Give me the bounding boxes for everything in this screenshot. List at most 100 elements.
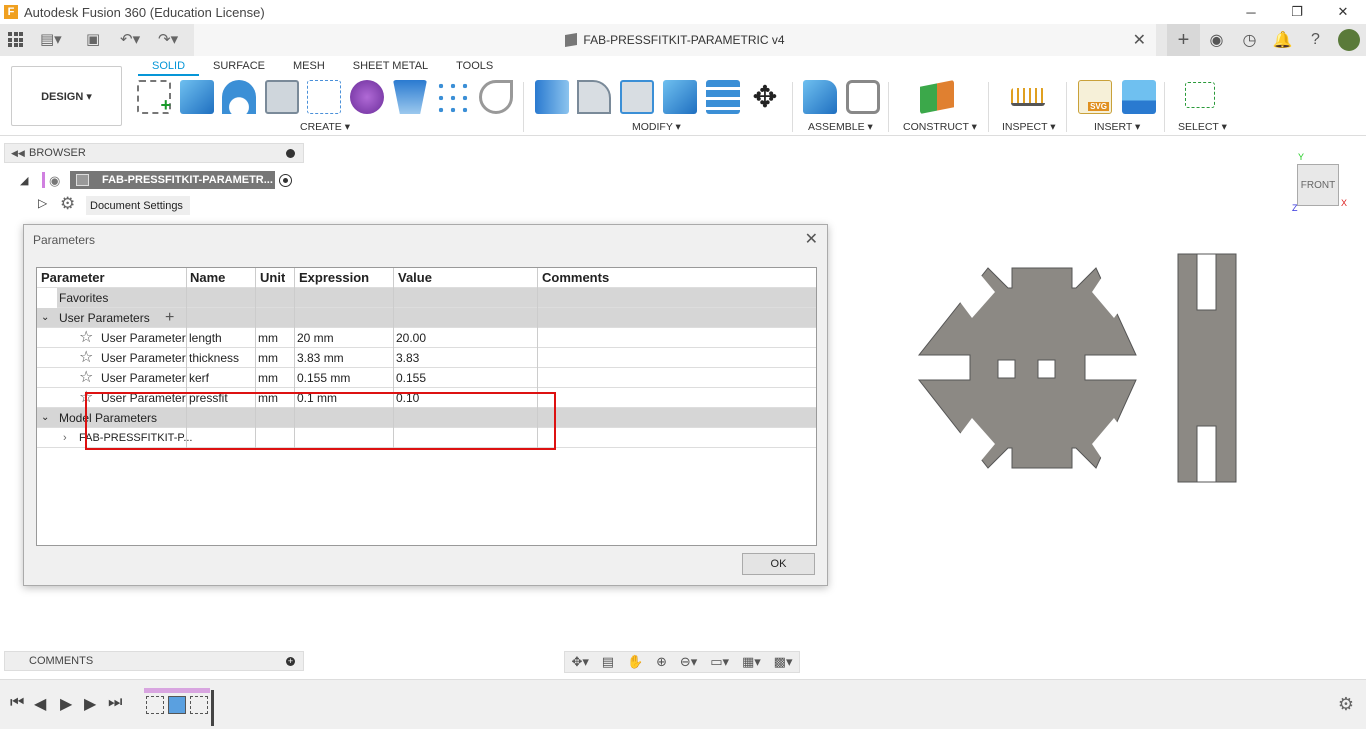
- param-unit[interactable]: mm: [258, 348, 278, 368]
- select-window-icon[interactable]: [1185, 82, 1215, 108]
- notifications-icon[interactable]: 🔔: [1266, 24, 1299, 56]
- fillet-icon[interactable]: [577, 80, 611, 114]
- insert-svg-icon[interactable]: SVG: [1078, 80, 1112, 114]
- job-status-icon[interactable]: ◷: [1233, 24, 1266, 56]
- param-expression[interactable]: 3.83 mm: [297, 348, 344, 368]
- tab-tools[interactable]: TOOLS: [442, 58, 507, 76]
- new-tab-icon[interactable]: +: [1167, 24, 1200, 56]
- viewports-icon[interactable]: ▩▾: [774, 654, 793, 670]
- header-parameter[interactable]: Parameter: [41, 268, 105, 288]
- visibility-eye-icon[interactable]: ◉: [49, 173, 60, 189]
- pin-icon[interactable]: [286, 148, 295, 158]
- select-menu[interactable]: SELECT ▾: [1178, 121, 1227, 133]
- sketch-feature-icon[interactable]: [190, 696, 208, 714]
- create-form-icon[interactable]: [350, 80, 384, 114]
- expand-settings-icon[interactable]: ▷: [38, 196, 47, 210]
- tab-surface[interactable]: SURFACE: [199, 58, 279, 76]
- inspect-menu[interactable]: INSPECT ▾: [1002, 121, 1056, 133]
- insert-image-icon[interactable]: [1122, 80, 1156, 114]
- step-back-icon[interactable]: ◀: [34, 694, 46, 714]
- star-icon[interactable]: ☆: [79, 368, 93, 388]
- timeline-marker[interactable]: [211, 690, 214, 726]
- extrude-feature-icon[interactable]: [168, 696, 186, 714]
- param-name[interactable]: kerf: [189, 368, 209, 388]
- shell-icon[interactable]: [620, 80, 654, 114]
- grid-settings-icon[interactable]: ▦▾: [742, 654, 761, 670]
- tab-sheet-metal[interactable]: SHEET METAL: [339, 58, 442, 76]
- add-comment-icon[interactable]: +: [286, 656, 295, 666]
- modify-menu[interactable]: MODIFY ▾: [632, 121, 681, 133]
- new-component-icon[interactable]: [803, 80, 837, 114]
- document-settings-node[interactable]: Document Settings: [86, 196, 190, 215]
- param-expression[interactable]: 20 mm: [297, 328, 334, 348]
- table-row[interactable]: ☆ User Parameter length mm 20 mm 20.00: [37, 328, 816, 348]
- chevron-down-icon[interactable]: ⌄: [41, 308, 49, 328]
- zoom-window-icon[interactable]: ⊖▾: [680, 654, 697, 670]
- pan-icon[interactable]: ✋: [627, 654, 643, 670]
- star-icon[interactable]: ☆: [79, 328, 93, 348]
- create-sketch-icon[interactable]: +: [137, 80, 171, 115]
- help-icon[interactable]: ?: [1299, 24, 1332, 56]
- chevron-down-icon[interactable]: ⌄: [41, 408, 49, 428]
- table-row[interactable]: ☆ User Parameter thickness mm 3.83 mm 3.…: [37, 348, 816, 368]
- maximize-button[interactable]: ❐: [1274, 0, 1320, 24]
- undo-icon[interactable]: ↶▾: [120, 30, 140, 48]
- assemble-menu[interactable]: ASSEMBLE ▾: [808, 121, 873, 133]
- activate-radio-icon[interactable]: [279, 174, 292, 187]
- extensions-icon[interactable]: ◉: [1200, 24, 1233, 56]
- header-value[interactable]: Value: [398, 268, 432, 288]
- joint-icon[interactable]: [846, 80, 880, 114]
- browser-root-node[interactable]: FAB-PRESSFITKIT-PARAMETR...: [70, 171, 275, 189]
- param-expression[interactable]: 0.155 mm: [297, 368, 350, 388]
- close-window-button[interactable]: ✕: [1320, 0, 1366, 24]
- pattern-icon[interactable]: [307, 80, 341, 114]
- tab-mesh[interactable]: MESH: [279, 58, 339, 76]
- measure-icon[interactable]: [1011, 88, 1045, 106]
- header-comments[interactable]: Comments: [542, 268, 609, 288]
- user-parameters-group[interactable]: ⌄ User Parameters +: [37, 308, 816, 328]
- revolve-icon[interactable]: [222, 80, 256, 114]
- param-unit[interactable]: mm: [258, 328, 278, 348]
- favorites-group[interactable]: Favorites: [57, 288, 816, 308]
- add-parameter-icon[interactable]: +: [165, 308, 174, 328]
- file-menu-icon[interactable]: ▤▾: [40, 30, 62, 48]
- data-panel-icon[interactable]: [8, 32, 23, 47]
- mirror-icon[interactable]: [479, 80, 513, 114]
- ok-button[interactable]: OK: [742, 553, 815, 575]
- param-unit[interactable]: mm: [258, 368, 278, 388]
- create-menu[interactable]: CREATE ▾: [300, 121, 350, 133]
- save-icon[interactable]: ▣: [86, 30, 100, 48]
- document-tab[interactable]: FAB-PRESSFITKIT-PARAMETRIC v4 ✕: [194, 24, 1156, 56]
- sketch-feature-icon[interactable]: [146, 696, 164, 714]
- collapse-icon[interactable]: ◀◀: [11, 148, 25, 159]
- viewcube[interactable]: FRONT: [1297, 164, 1339, 206]
- close-document-icon[interactable]: ✕: [1133, 30, 1146, 50]
- offset-plane-icon[interactable]: [920, 80, 954, 114]
- insert-menu[interactable]: INSERT ▾: [1094, 121, 1140, 133]
- zoom-icon[interactable]: ⊕: [656, 654, 667, 670]
- look-at-icon[interactable]: ▤: [602, 654, 614, 670]
- rectangular-pattern-icon[interactable]: [435, 80, 469, 114]
- timeline-settings-icon[interactable]: ⚙: [1338, 694, 1354, 715]
- star-icon[interactable]: ☆: [79, 348, 93, 368]
- header-name[interactable]: Name: [190, 268, 225, 288]
- chevron-right-icon[interactable]: ›: [63, 428, 67, 448]
- browser-panel-header[interactable]: ◀◀ BROWSER: [4, 143, 304, 163]
- loft-icon[interactable]: [393, 80, 427, 114]
- move-copy-icon[interactable]: ✥: [748, 80, 782, 114]
- orbit-icon[interactable]: ✥▾: [571, 654, 588, 670]
- go-to-end-icon[interactable]: ⏭: [108, 694, 122, 712]
- header-unit[interactable]: Unit: [260, 268, 285, 288]
- comments-panel-header[interactable]: COMMENTS +: [4, 651, 304, 671]
- tab-solid[interactable]: SOLID: [138, 58, 200, 76]
- combine-icon[interactable]: [663, 80, 697, 114]
- avatar[interactable]: [1338, 29, 1360, 51]
- redo-icon[interactable]: ↷▾: [158, 30, 178, 48]
- display-settings-icon[interactable]: ▭▾: [710, 654, 729, 670]
- hole-icon[interactable]: [265, 80, 299, 114]
- construct-menu[interactable]: CONSTRUCT ▾: [903, 121, 977, 133]
- expand-root-icon[interactable]: ◢: [20, 174, 28, 187]
- minimize-button[interactable]: ─: [1228, 0, 1274, 24]
- param-name[interactable]: length: [189, 328, 222, 348]
- table-row[interactable]: ☆ User Parameter kerf mm 0.155 mm 0.155: [37, 368, 816, 388]
